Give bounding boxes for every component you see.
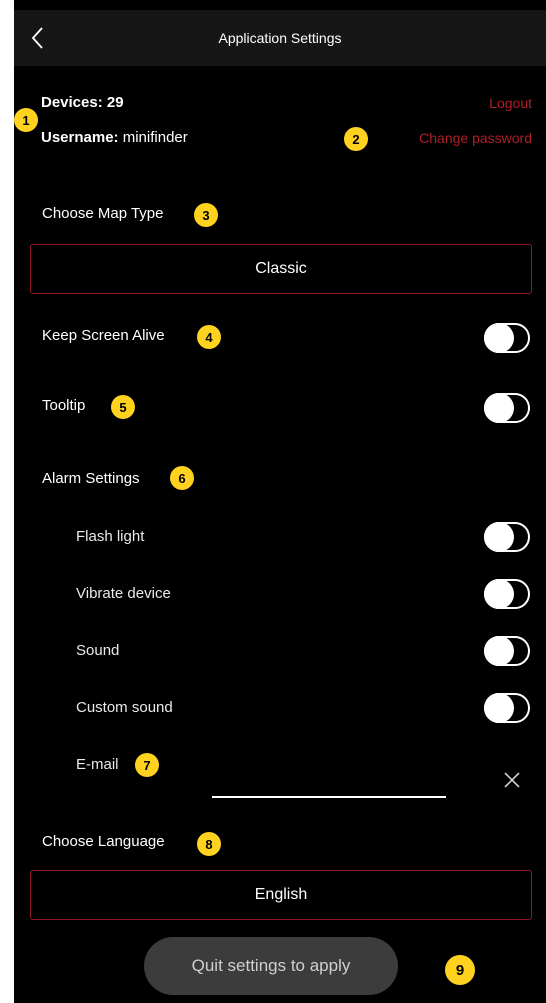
annotation-badge-8: 8 — [197, 832, 221, 856]
sound-toggle[interactable] — [484, 636, 530, 666]
language-label: Choose Language — [42, 833, 165, 850]
annotation-badge-1: 1 — [14, 108, 38, 132]
devices-count: 29 — [106, 94, 124, 111]
devices-info: Devices: 29 — [41, 94, 124, 111]
email-label: E-mail — [76, 756, 119, 773]
username-info: Username: minifinder — [41, 129, 188, 146]
username-value: minifinder — [122, 129, 188, 146]
email-field[interactable] — [212, 770, 446, 794]
quit-settings-button[interactable]: Quit settings to apply — [144, 937, 398, 995]
map-type-select[interactable]: Classic — [30, 244, 532, 294]
flash-light-toggle[interactable] — [484, 522, 530, 552]
toggle-knob — [484, 323, 514, 353]
tooltip-toggle[interactable] — [484, 393, 530, 423]
toggle-knob — [484, 522, 514, 552]
map-type-label: Choose Map Type — [42, 205, 164, 222]
keep-screen-alive-label: Keep Screen Alive — [42, 327, 165, 344]
username-label: Username: — [41, 129, 119, 146]
language-select[interactable]: English — [30, 870, 532, 920]
header-bar: Application Settings — [14, 10, 546, 66]
logout-link[interactable]: Logout — [489, 95, 532, 111]
annotation-badge-3: 3 — [194, 203, 218, 227]
devices-label: Devices: — [41, 94, 103, 111]
app-screen: Application Settings Devices: 29 Usernam… — [14, 0, 546, 1003]
close-icon[interactable] — [501, 769, 523, 791]
toggle-knob — [484, 636, 514, 666]
annotation-badge-6: 6 — [170, 466, 194, 490]
sound-label: Sound — [76, 642, 120, 659]
change-password-link[interactable]: Change password — [419, 130, 532, 146]
tooltip-label: Tooltip — [42, 397, 86, 414]
toggle-knob — [484, 579, 514, 609]
vibrate-device-label: Vibrate device — [76, 585, 171, 602]
flash-light-label: Flash light — [76, 528, 145, 545]
vibrate-device-toggle[interactable] — [484, 579, 530, 609]
keep-screen-alive-toggle[interactable] — [484, 323, 530, 353]
annotation-badge-9: 9 — [445, 955, 475, 985]
toggle-knob — [484, 393, 514, 423]
annotation-badge-4: 4 — [197, 325, 221, 349]
annotation-badge-2: 2 — [344, 127, 368, 151]
annotation-badge-5: 5 — [111, 395, 135, 419]
page-title: Application Settings — [218, 30, 342, 46]
custom-sound-label: Custom sound — [76, 699, 173, 716]
custom-sound-toggle[interactable] — [484, 693, 530, 723]
alarm-settings-label: Alarm Settings — [42, 470, 140, 487]
toggle-knob — [484, 693, 514, 723]
annotation-badge-7: 7 — [135, 753, 159, 777]
chevron-left-icon[interactable] — [28, 24, 48, 52]
email-field-underline — [212, 796, 446, 798]
